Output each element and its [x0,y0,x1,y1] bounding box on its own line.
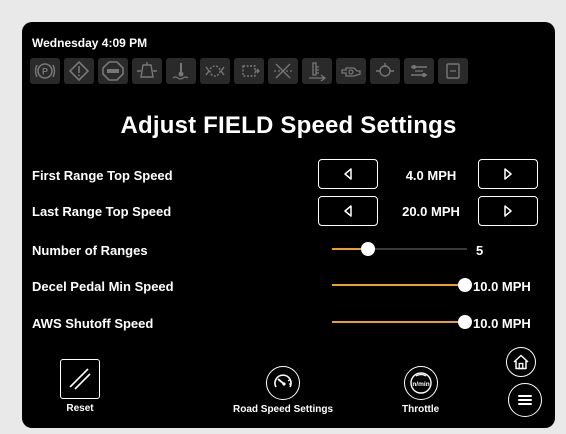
hamburger-menu-icon [518,395,532,405]
engine-oil-icon [336,58,366,84]
transmission-icon [200,58,230,84]
display-screen: Wednesday 4:09 PM P Adjust FIELD Speed S… [22,22,555,428]
throttle-label: Throttle [402,404,440,415]
slider-thumb[interactable] [458,278,472,292]
triangle-left-icon [344,168,352,180]
reset-icon [60,359,100,399]
num-ranges-value: 5 [476,243,484,258]
hydraulic-filter-icon [132,58,162,84]
last-range-value: 20.0 MPH [402,204,460,219]
first-range-value: 4.0 MPH [405,168,457,183]
reset-label: Reset [66,403,94,414]
air-filter-icon [268,58,298,84]
general-warning-icon [64,58,94,84]
transmission-filter-icon [234,58,264,84]
triangle-right-icon [504,168,512,180]
num-ranges-label: Number of Ranges [32,243,148,258]
num-ranges-slider[interactable] [332,242,467,256]
warning-indicator-bar: P [30,58,468,84]
home-icon [513,354,529,370]
stop-icon [98,58,128,84]
slider-thumb[interactable] [458,315,472,329]
aws-shutoff-label: AWS Shutoff Speed [32,316,154,331]
reset-button[interactable]: Reset [60,359,100,414]
decel-pedal-label: Decel Pedal Min Speed [32,279,174,294]
aws-shutoff-value: 10.0 MPH [473,316,531,331]
fuel-icon [438,58,468,84]
first-range-increase-button[interactable] [478,159,538,189]
coolant-temp-icon [166,58,196,84]
battery-charge-icon [404,58,434,84]
menu-button[interactable] [508,383,542,417]
oil-pressure-icon [370,58,400,84]
svg-text:P: P [42,67,48,77]
aws-shutoff-slider[interactable] [332,315,472,329]
status-datetime: Wednesday 4:09 PM [32,36,148,50]
road-speed-settings-label: Road Speed Settings [233,404,334,415]
slider-fill [332,321,465,323]
slider-thumb[interactable] [361,242,376,256]
first-range-label: First Range Top Speed [32,168,173,183]
page-title: Adjust FIELD Speed Settings [120,112,457,139]
throttle-icon-text: n/min [412,381,429,388]
parking-brake-icon: P [30,58,60,84]
slider-fill [332,284,465,286]
hydraulic-oil-level-icon [302,58,332,84]
first-range-decrease-button[interactable] [318,159,378,189]
triangle-right-icon [504,205,512,217]
last-range-decrease-button[interactable] [318,196,378,226]
decel-pedal-slider[interactable] [332,278,472,292]
speedometer-icon [266,366,300,400]
triangle-left-icon [344,205,352,217]
home-button[interactable] [506,347,536,377]
last-range-label: Last Range Top Speed [32,204,172,219]
last-range-increase-button[interactable] [478,196,538,226]
decel-pedal-value: 10.0 MPH [473,279,531,294]
throttle-button[interactable]: n/min Throttle [402,366,439,415]
road-speed-settings-button[interactable]: Road Speed Settings [233,366,333,415]
tachometer-icon: n/min [403,366,438,400]
